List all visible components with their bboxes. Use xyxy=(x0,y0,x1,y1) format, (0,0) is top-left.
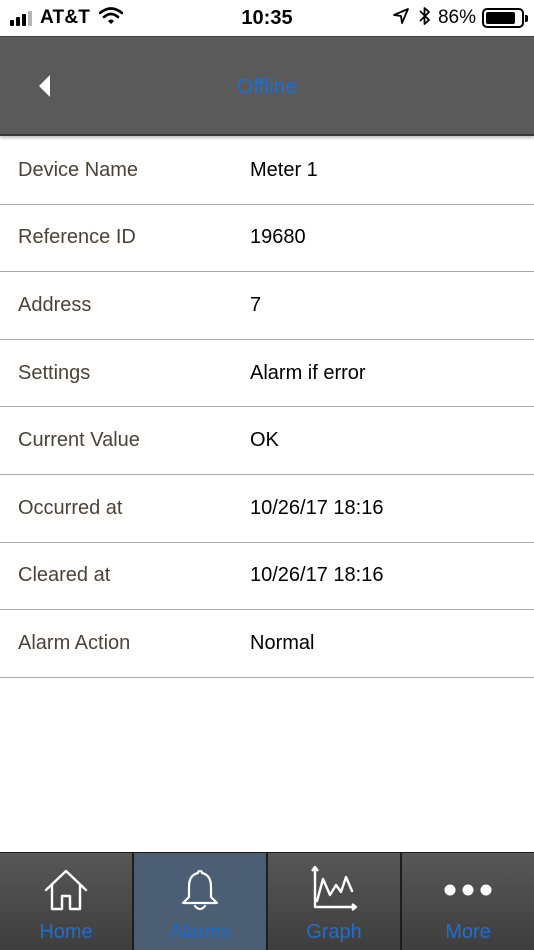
status-bar: AT&T 10:35 86% xyxy=(0,0,534,36)
detail-value: Normal xyxy=(250,631,315,654)
battery-percent: 86% xyxy=(437,7,476,28)
detail-label: Current Value xyxy=(18,429,140,452)
detail-row: Reference ID 19680 xyxy=(0,205,534,273)
detail-row: Alarm Action Normal xyxy=(0,610,534,678)
bluetooth-icon xyxy=(418,6,432,31)
tab-alarms[interactable]: Alarms xyxy=(134,853,268,950)
detail-label: Alarm Action xyxy=(18,631,131,654)
detail-row: Occurred at 10/26/17 18:16 xyxy=(0,475,534,543)
detail-row: Device Name Meter 1 xyxy=(0,137,534,205)
tab-more-label: More xyxy=(445,921,491,943)
battery-level-fill xyxy=(486,12,516,24)
tab-graph[interactable]: Graph xyxy=(268,853,402,950)
location-arrow-icon xyxy=(392,7,410,30)
detail-row: Current Value OK xyxy=(0,407,534,475)
detail-value: 7 xyxy=(250,293,262,316)
detail-row: Address 7 xyxy=(0,272,534,340)
detail-value: 10/26/17 18:16 xyxy=(250,496,384,519)
detail-value: Alarm if error xyxy=(250,361,366,384)
bell-icon xyxy=(177,865,223,915)
detail-label: Address xyxy=(18,293,92,316)
home-icon xyxy=(43,865,89,915)
tab-graph-label: Graph xyxy=(306,921,362,943)
tab-bar: Home Alarms Graph More xyxy=(0,852,534,950)
detail-label: Settings xyxy=(18,361,91,384)
tab-home-label: Home xyxy=(39,921,93,943)
battery-icon xyxy=(482,8,528,28)
detail-value: 19680 xyxy=(250,226,306,249)
detail-value: OK xyxy=(250,429,279,452)
tab-more[interactable]: More xyxy=(402,853,534,950)
detail-label: Occurred at xyxy=(18,496,123,519)
status-bar-right: 86% xyxy=(392,6,528,31)
detail-row: Cleared at 10/26/17 18:16 xyxy=(0,543,534,611)
more-dots-icon xyxy=(443,865,493,915)
detail-label: Cleared at xyxy=(18,564,111,587)
tab-home[interactable]: Home xyxy=(0,853,134,950)
detail-label: Device Name xyxy=(18,158,139,181)
detail-row: Settings Alarm if error xyxy=(0,340,534,408)
tab-alarms-label: Alarms xyxy=(168,921,232,943)
detail-value: 10/26/17 18:16 xyxy=(250,564,384,587)
alarm-details-list: Device Name Meter 1 Reference ID 19680 Addre… xyxy=(0,137,534,678)
page-title: Offline xyxy=(236,75,298,98)
detail-value: Meter 1 xyxy=(250,158,318,181)
navigation-header: Offline xyxy=(0,36,534,136)
graph-icon xyxy=(309,865,359,915)
detail-label: Reference ID xyxy=(18,226,136,249)
